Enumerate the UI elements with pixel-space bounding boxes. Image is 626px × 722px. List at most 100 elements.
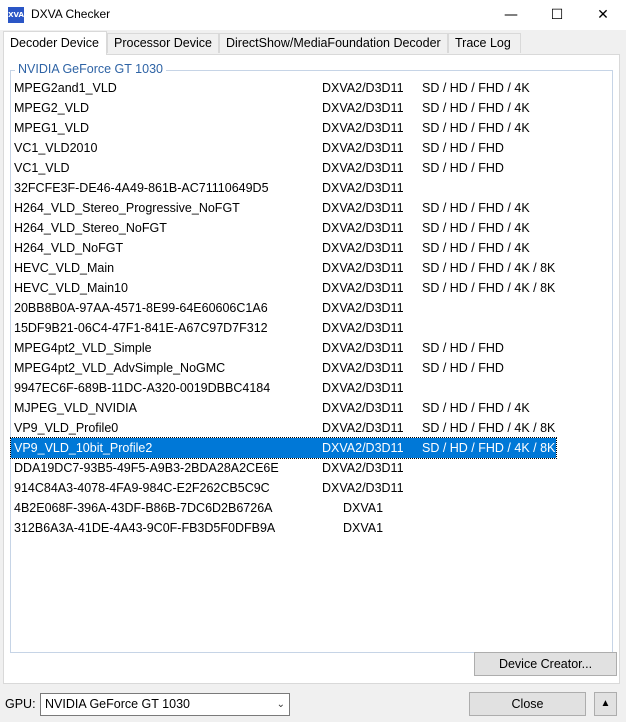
decoder-resolutions: SD / HD / FHD / 4K (422, 221, 530, 235)
close-button[interactable]: Close (469, 692, 586, 716)
list-item[interactable]: 32FCFE3F-DE46-4A49-861B-AC71110649D5 DXVA… (11, 178, 556, 198)
decoder-api: DXVA2/D3D11 (322, 81, 404, 95)
tab-strip: Decoder Device Processor Device DirectSh… (3, 31, 623, 55)
decoder-resolutions: SD / HD / FHD / 4K (422, 101, 530, 115)
decoder-api: DXVA2/D3D11 (322, 341, 404, 355)
gpu-select-value: NVIDIA GeForce GT 1030 (45, 697, 190, 711)
list-item[interactable]: 312B6A3A-41DE-4A43-9C0F-FB3D5F0DFB9A DXVA… (11, 518, 556, 538)
decoder-api: DXVA2/D3D11 (322, 301, 404, 315)
list-item[interactable]: MPEG2_VLD DXVA2/D3D11 SD / HD / FHD / 4K (11, 98, 556, 118)
decoder-resolutions: SD / HD / FHD / 4K (422, 81, 530, 95)
decoder-api: DXVA2/D3D11 (322, 241, 404, 255)
decoder-name: HEVC_VLD_Main10 (14, 281, 128, 295)
scroll-up-button[interactable]: ▲ (594, 692, 617, 716)
app-icon: XVA (8, 7, 24, 23)
decoder-name: 20BB8B0A-97AA-4571-8E99-64E60606C1A6 (14, 301, 268, 315)
decoder-list[interactable]: MPEG2and1_VLD DXVA2/D3D11 SD / HD / FHD / … (10, 78, 557, 538)
decoder-api: DXVA2/D3D11 (322, 161, 404, 175)
decoder-device-panel: NVIDIA GeForce GT 1030 MPEG2and1_VLD DXVA… (3, 54, 620, 684)
window-title: DXVA Checker (31, 7, 111, 21)
gpu-select[interactable]: NVIDIA GeForce GT 1030 ⌄ (40, 693, 290, 716)
list-item[interactable]: 4B2E068F-396A-43DF-B86B-7DC6D2B6726A DXVA… (11, 498, 556, 518)
list-item[interactable]: H264_VLD_Stereo_Progressive_NoFGT DXVA2/D… (11, 198, 556, 218)
decoder-api: DXVA2/D3D11 (322, 281, 404, 295)
list-item[interactable]: MPEG2and1_VLD DXVA2/D3D11 SD / HD / FHD / … (11, 78, 556, 98)
decoder-api: DXVA2/D3D11 (322, 121, 404, 135)
chevron-down-icon: ⌄ (276, 699, 285, 710)
decoder-api: DXVA2/D3D11 (322, 481, 404, 495)
tab-trace-log[interactable]: Trace Log (448, 33, 521, 53)
decoder-resolutions: SD / HD / FHD (422, 141, 504, 155)
decoder-name: VP9_VLD_10bit_Profile2 (14, 441, 153, 455)
decoder-api: DXVA2/D3D11 (322, 441, 404, 455)
decoder-name: VC1_VLD2010 (14, 141, 98, 155)
decoder-api: DXVA2/D3D11 (322, 181, 404, 195)
decoder-name: MPEG4pt2_VLD_Simple (14, 341, 152, 355)
list-item[interactable]: HEVC_VLD_Main10 DXVA2/D3D11 SD / HD / FHD … (11, 278, 556, 298)
list-item[interactable]: DDA19DC7-93B5-49F5-A9B3-2BDA28A2CE6E DXVA… (11, 458, 556, 478)
list-item[interactable]: VC1_VLD2010 DXVA2/D3D11 SD / HD / FHD (11, 138, 556, 158)
tab-processor-device[interactable]: Processor Device (107, 33, 219, 53)
decoder-resolutions: SD / HD / FHD / 4K / 8K (422, 441, 556, 455)
list-item[interactable]: MPEG4pt2_VLD_Simple DXVA2/D3D11 SD / HD / … (11, 338, 556, 358)
list-item[interactable]: MPEG1_VLD DXVA2/D3D11 SD / HD / FHD / 4K (11, 118, 556, 138)
list-item[interactable]: H264_VLD_Stereo_NoFGT DXVA2/D3D11 SD / HD … (11, 218, 556, 238)
decoder-resolutions: SD / HD / FHD / 4K (422, 241, 530, 255)
decoder-name: MJPEG_VLD_NVIDIA (14, 401, 137, 415)
list-item[interactable]: H264_VLD_NoFGT DXVA2/D3D11 SD / HD / FHD /… (11, 238, 556, 258)
gpu-label: GPU: (5, 697, 36, 711)
list-item[interactable]: 914C84A3-4078-4FA9-984C-E2F262CB5C9C DXVA… (11, 478, 556, 498)
maximize-button[interactable]: ☐ (534, 0, 580, 30)
decoder-api: DXVA1 (343, 501, 384, 515)
list-item[interactable]: MJPEG_VLD_NVIDIA DXVA2/D3D11 SD / HD / FHD… (11, 398, 556, 418)
decoder-name: 15DF9B21-06C4-47F1-841E-A67C97D7F312 (14, 321, 268, 335)
decoder-api: DXVA2/D3D11 (322, 421, 404, 435)
decoder-name: MPEG4pt2_VLD_AdvSimple_NoGMC (14, 361, 226, 375)
decoder-name: HEVC_VLD_Main (14, 261, 115, 275)
decoder-resolutions: SD / HD / FHD (422, 361, 504, 375)
device-creator-button[interactable]: Device Creator... (474, 652, 617, 676)
list-item[interactable]: MPEG4pt2_VLD_AdvSimple_NoGMC DXVA2/D3D11 S… (11, 358, 556, 378)
decoder-name: VP9_VLD_Profile0 (14, 421, 119, 435)
decoder-api: DXVA2/D3D11 (322, 381, 404, 395)
close-window-button[interactable]: ✕ (580, 0, 626, 30)
decoder-api: DXVA2/D3D11 (322, 101, 404, 115)
tab-directshow-mediafoundation-decoder[interactable]: DirectShow/MediaFoundation Decoder (219, 33, 448, 53)
group-label-gpu: NVIDIA GeForce GT 1030 (15, 62, 166, 76)
decoder-api: DXVA2/D3D11 (322, 401, 404, 415)
decoder-name: VC1_VLD (14, 161, 70, 175)
tab-decoder-device[interactable]: Decoder Device (3, 31, 107, 55)
decoder-resolutions: SD / HD / FHD / 4K / 8K (422, 261, 556, 275)
decoder-name: MPEG1_VLD (14, 121, 90, 135)
decoder-resolutions: SD / HD / FHD / 4K (422, 201, 530, 215)
decoder-api: DXVA2/D3D11 (322, 141, 404, 155)
decoder-resolutions: SD / HD / FHD / 4K (422, 401, 530, 415)
list-item[interactable]: VP9_VLD_10bit_Profile2 DXVA2/D3D11 SD / HD… (10, 437, 557, 459)
minimize-button[interactable]: — (488, 0, 534, 30)
decoder-name: H264_VLD_Stereo_Progressive_NoFGT (14, 201, 240, 215)
decoder-api: DXVA1 (343, 521, 384, 535)
list-item[interactable]: HEVC_VLD_Main DXVA2/D3D11 SD / HD / FHD / … (11, 258, 556, 278)
list-item[interactable]: VC1_VLD DXVA2/D3D11 SD / HD / FHD (11, 158, 556, 178)
decoder-resolutions: SD / HD / FHD / 4K / 8K (422, 281, 556, 295)
decoder-name: 914C84A3-4078-4FA9-984C-E2F262CB5C9C (14, 481, 270, 495)
decoder-name: 4B2E068F-396A-43DF-B86B-7DC6D2B6726A (14, 501, 273, 515)
decoder-resolutions: SD / HD / FHD / 4K (422, 121, 530, 135)
decoder-api: DXVA2/D3D11 (322, 321, 404, 335)
decoder-api: DXVA2/D3D11 (322, 201, 404, 215)
decoder-name: H264_VLD_NoFGT (14, 241, 124, 255)
decoder-name: 312B6A3A-41DE-4A43-9C0F-FB3D5F0DFB9A (14, 521, 276, 535)
decoder-api: DXVA2/D3D11 (322, 461, 404, 475)
title-bar[interactable]: XVA DXVA Checker — ☐ ✕ (0, 0, 626, 30)
decoder-resolutions: SD / HD / FHD / 4K / 8K (422, 421, 556, 435)
decoder-name: 32FCFE3F-DE46-4A49-861B-AC71110649D5 (14, 181, 269, 195)
list-item[interactable]: VP9_VLD_Profile0 DXVA2/D3D11 SD / HD / FHD… (11, 418, 556, 438)
decoder-resolutions: SD / HD / FHD (422, 341, 504, 355)
list-item[interactable]: 20BB8B0A-97AA-4571-8E99-64E60606C1A6 DXVA… (11, 298, 556, 318)
decoder-name: H264_VLD_Stereo_NoFGT (14, 221, 167, 235)
decoder-api: DXVA2/D3D11 (322, 361, 404, 375)
list-item[interactable]: 15DF9B21-06C4-47F1-841E-A67C97D7F312 DXVA… (11, 318, 556, 338)
decoder-name: MPEG2and1_VLD (14, 81, 117, 95)
decoder-api: DXVA2/D3D11 (322, 221, 404, 235)
list-item[interactable]: 9947EC6F-689B-11DC-A320-0019DBBC4184 DXVA… (11, 378, 556, 398)
